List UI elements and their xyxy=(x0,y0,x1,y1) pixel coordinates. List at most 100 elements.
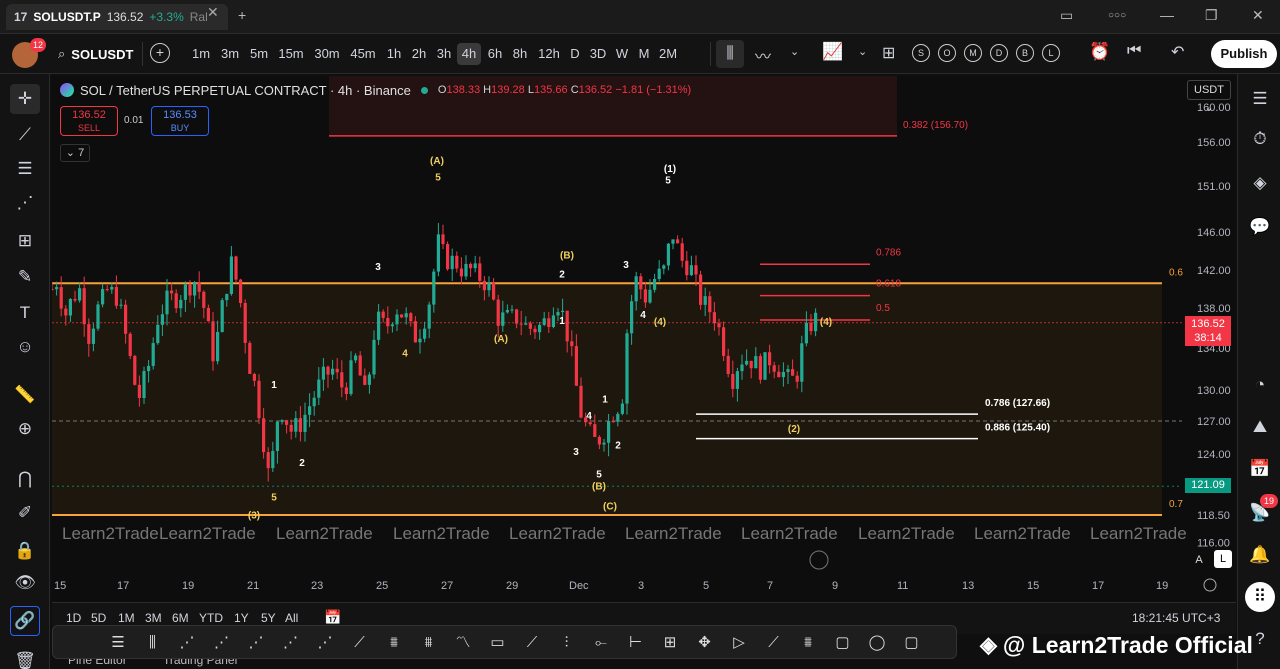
channel-icon[interactable]: ⩩ xyxy=(418,632,440,654)
undo-icon[interactable]: ↶ xyxy=(1171,42,1184,62)
ray-icon[interactable]: ⟋ xyxy=(521,632,543,654)
alert-icon[interactable]: ⏰ xyxy=(1089,42,1110,62)
range-1Y[interactable]: 1Y xyxy=(234,611,249,625)
range-1D[interactable]: 1D xyxy=(66,611,81,625)
more-icon[interactable]: ○○○ xyxy=(1108,10,1126,21)
buy-button[interactable]: 136.53 BUY xyxy=(151,106,209,136)
trend-line-icon[interactable]: ⟋ xyxy=(10,120,40,150)
speedometer-icon[interactable]: ◔ xyxy=(1245,370,1275,400)
range-5D[interactable]: 5D xyxy=(91,611,106,625)
pattern-icon[interactable]: ⋰ xyxy=(10,188,40,218)
line-chart-icon[interactable]: 〰 xyxy=(755,43,771,67)
fib-grid-icon[interactable]: ⊞ xyxy=(10,226,40,256)
interval-15m[interactable]: 15m xyxy=(275,43,307,65)
trend-icon[interactable]: ⟋ xyxy=(349,632,371,654)
indicators-icon[interactable]: 📈 xyxy=(822,42,843,62)
path-icon[interactable]: 〽 xyxy=(452,632,474,654)
chart-area[interactable]: 0.6 0.7 0.382 (156.70) 0.786 0.618 0.5 0.786 (… xyxy=(52,76,1236,601)
wave-ae-icon[interactable]: ⋰ xyxy=(211,632,233,654)
trash-icon[interactable]: 🗑 xyxy=(10,646,40,669)
range-All[interactable]: All xyxy=(285,611,298,625)
lock-icon[interactable]: 🔒 xyxy=(10,536,40,566)
symbol-search[interactable]: ⌕ SOLUSDT xyxy=(58,43,133,65)
zoom-icon[interactable]: ⊕ xyxy=(10,414,40,444)
curve-icon[interactable]: ⩩ xyxy=(797,632,819,654)
layout-icon[interactable]: ▭ xyxy=(1060,7,1073,24)
interval-3D[interactable]: 3D xyxy=(586,43,610,65)
range-5Y[interactable]: 5Y xyxy=(261,611,276,625)
interval-45m[interactable]: 45m xyxy=(347,43,379,65)
interval-4h[interactable]: 4h xyxy=(457,43,481,65)
close-window-icon[interactable]: ✕ xyxy=(1252,7,1264,24)
interval-8h[interactable]: 8h xyxy=(508,43,532,65)
range-6M[interactable]: 6M xyxy=(172,611,189,625)
session-D[interactable]: D xyxy=(990,44,1008,62)
apps-icon[interactable]: ⠿ xyxy=(1245,582,1275,612)
wave-ac-icon[interactable]: ⋰ xyxy=(245,632,267,654)
auto-scale-button[interactable]: A xyxy=(1190,551,1208,569)
comment-icon[interactable]: ▢ xyxy=(901,632,923,654)
session-S[interactable]: S xyxy=(912,44,930,62)
rect-icon[interactable]: ▭ xyxy=(487,632,509,654)
new-tab-icon[interactable]: + xyxy=(238,7,246,23)
parallel-icon[interactable]: ⩩ xyxy=(383,632,405,654)
ruler-icon[interactable]: 📏 xyxy=(10,380,40,410)
ellipse-icon[interactable]: ◯ xyxy=(866,632,888,654)
flag-icon[interactable]: ⊢ xyxy=(625,632,647,654)
bars-icon[interactable]: ⫼ xyxy=(142,632,164,654)
play-icon[interactable]: ▷ xyxy=(728,632,750,654)
alarm-icon[interactable]: ⏱ xyxy=(1245,124,1275,154)
vline-icon[interactable]: ⫶ xyxy=(556,632,578,654)
session-M[interactable]: M xyxy=(964,44,982,62)
replay-icon[interactable]: ⏮ xyxy=(1127,42,1141,60)
interval-1h[interactable]: 1h xyxy=(382,43,406,65)
publish-button[interactable]: Publish xyxy=(1211,40,1277,68)
interval-30m[interactable]: 30m xyxy=(311,43,343,65)
link-icon[interactable]: 🔗 xyxy=(10,606,40,636)
chart-canvas[interactable]: 0.6 0.7 0.382 (156.70) 0.786 0.618 0.5 0.786 (… xyxy=(52,76,1236,601)
templates-icon[interactable]: ⊞ xyxy=(882,43,895,63)
interval-W[interactable]: W xyxy=(614,43,630,65)
log-scale-button[interactable]: L xyxy=(1214,550,1232,568)
date-range-icon[interactable]: 📅 xyxy=(324,609,341,626)
wave-wz-icon[interactable]: ⋰ xyxy=(314,632,336,654)
text-icon[interactable]: T xyxy=(10,298,40,328)
interval-3h[interactable]: 3h xyxy=(432,43,456,65)
eye-icon[interactable]: 👁 xyxy=(10,568,40,598)
signal-icon[interactable]: ⛰ xyxy=(1245,412,1275,442)
indicators-collapse-button[interactable]: ⌄ 7 xyxy=(60,144,90,162)
hline-icon[interactable]: ⟜ xyxy=(590,632,612,654)
tab-close-icon[interactable]: ✕ xyxy=(207,4,219,21)
range-YTD[interactable]: YTD xyxy=(199,611,223,625)
magnet-icon[interactable]: ⋂ xyxy=(10,464,40,494)
brush-icon[interactable]: ✎ xyxy=(10,262,40,292)
horizontal-lines-icon[interactable]: ☰ xyxy=(10,154,40,184)
move-icon[interactable]: ✥ xyxy=(694,632,716,654)
lines-icon[interactable]: ☰ xyxy=(107,632,129,654)
interval-12h[interactable]: 12h xyxy=(533,43,565,65)
session-B[interactable]: B xyxy=(1016,44,1034,62)
browser-tab[interactable]: 17 SOLUSDT.P 136.52 +3.3% Ral xyxy=(6,4,228,30)
layers-icon[interactable]: ◈ xyxy=(1245,168,1275,198)
interval-2h[interactable]: 2h xyxy=(407,43,431,65)
interval-D[interactable]: D xyxy=(567,43,583,65)
maximize-icon[interactable]: ❐ xyxy=(1205,7,1218,24)
emoji-icon[interactable]: ☺ xyxy=(10,332,40,362)
interval-5m[interactable]: 5m xyxy=(247,43,271,65)
grid-icon[interactable]: ⊞ xyxy=(659,632,681,654)
compare-add-icon[interactable]: + xyxy=(150,43,170,63)
range-3M[interactable]: 3M xyxy=(145,611,162,625)
sell-button[interactable]: 136.52 SELL xyxy=(60,106,118,136)
chevron-down-icon[interactable]: ⌄ xyxy=(858,45,867,58)
session-O[interactable]: O xyxy=(938,44,956,62)
watchlist-icon[interactable]: ☰ xyxy=(1245,84,1275,114)
chevron-down-icon[interactable]: ⌄ xyxy=(790,45,799,58)
interval-M[interactable]: M xyxy=(636,43,652,65)
interval-6h[interactable]: 6h xyxy=(483,43,507,65)
callout-icon[interactable]: ▢ xyxy=(832,632,854,654)
wave-15-icon[interactable]: ⋰ xyxy=(176,632,198,654)
minimize-icon[interactable]: — xyxy=(1160,7,1174,23)
interval-1m[interactable]: 1m xyxy=(189,43,213,65)
currency-select[interactable]: USDT ⌄ xyxy=(1187,80,1231,114)
range-1M[interactable]: 1M xyxy=(118,611,135,625)
